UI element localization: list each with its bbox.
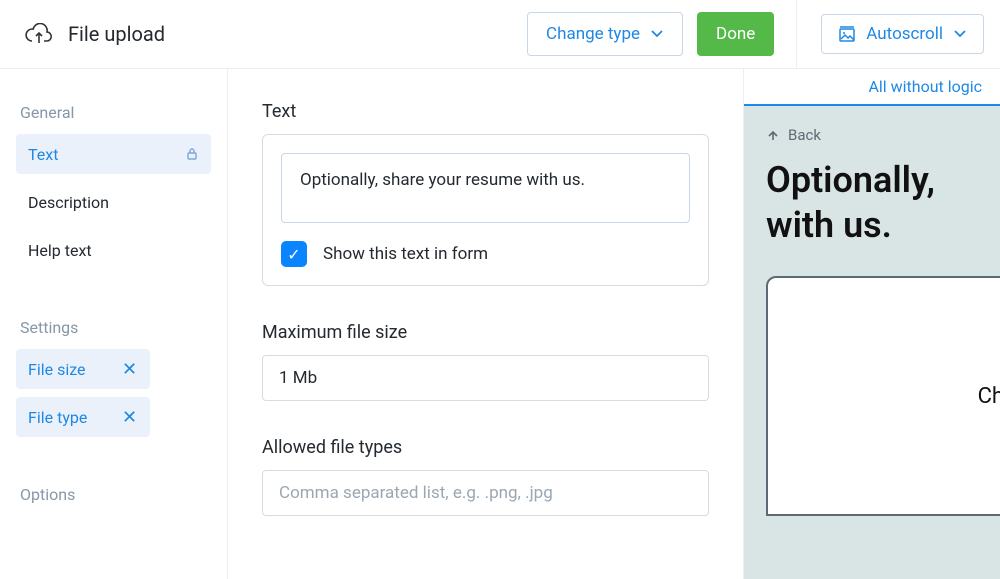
allowed-types-placeholder: Comma separated list, e.g. .png, .jpg — [279, 483, 553, 503]
back-button[interactable]: Back — [766, 126, 1000, 144]
preview-upload-card[interactable]: Ch — [766, 276, 1000, 516]
arrow-up-icon — [766, 128, 780, 142]
back-label: Back — [788, 126, 821, 144]
sidebar-item-label: File type — [28, 408, 114, 427]
sidebar: General Text Description Help text Setti… — [0, 69, 228, 579]
image-icon — [838, 25, 856, 43]
sidebar-item-file-type[interactable]: File type ✕ — [16, 397, 150, 437]
lock-icon — [185, 147, 199, 161]
sidebar-section-options: Options — [20, 485, 211, 504]
change-type-button[interactable]: Change type — [527, 12, 683, 56]
sidebar-section-general: General — [20, 103, 211, 122]
sidebar-item-label: Text — [28, 145, 177, 164]
preview-body: Back Optionally, with us. Ch — [744, 104, 1000, 579]
upload-cloud-icon — [24, 23, 54, 45]
all-without-logic-link[interactable]: All without logic — [868, 77, 982, 96]
preview-panel: All without logic Back Optionally, with … — [743, 69, 1000, 579]
editor-panel: Text Optionally, share your resume with … — [228, 69, 743, 579]
autoscroll-button[interactable]: Autoscroll — [821, 14, 984, 54]
sidebar-item-description[interactable]: Description — [16, 182, 211, 222]
chevron-down-icon — [953, 27, 967, 41]
change-type-label: Change type — [546, 24, 640, 44]
sidebar-item-label: Description — [28, 193, 109, 212]
preview-title: Optionally, with us. — [766, 158, 1000, 248]
sidebar-item-help-text[interactable]: Help text — [16, 230, 211, 270]
close-icon[interactable]: ✕ — [122, 407, 138, 428]
show-in-form-label: Show this text in form — [323, 244, 488, 264]
max-size-value: 1 Mb — [279, 368, 317, 388]
close-icon[interactable]: ✕ — [122, 359, 138, 380]
question-text-value: Optionally, share your resume with us. — [300, 170, 585, 190]
check-icon: ✓ — [287, 245, 300, 264]
done-button[interactable]: Done — [697, 12, 774, 56]
all-without-logic-label: All without logic — [868, 77, 982, 96]
text-section-label: Text — [262, 101, 709, 122]
done-label: Done — [716, 24, 755, 44]
show-in-form-row[interactable]: ✓ Show this text in form — [281, 241, 690, 267]
content-area: General Text Description Help text Setti… — [0, 69, 1000, 579]
sidebar-item-file-size[interactable]: File size ✕ — [16, 349, 150, 389]
sidebar-item-label: Help text — [28, 241, 92, 260]
topbar: File upload Change type Done — [0, 0, 1000, 69]
max-size-input[interactable]: 1 Mb — [262, 355, 709, 401]
allowed-types-label: Allowed file types — [262, 437, 709, 458]
chevron-down-icon — [650, 27, 664, 41]
sidebar-item-text[interactable]: Text — [16, 134, 211, 174]
sidebar-section-settings: Settings — [20, 318, 211, 337]
page-title: File upload — [68, 22, 165, 46]
sidebar-item-label: File size — [28, 360, 114, 379]
question-text-input[interactable]: Optionally, share your resume with us. — [281, 153, 690, 223]
preview-card-text: Ch — [978, 384, 1000, 409]
max-size-label: Maximum file size — [262, 322, 709, 343]
show-in-form-checkbox[interactable]: ✓ — [281, 241, 307, 267]
allowed-types-input[interactable]: Comma separated list, e.g. .png, .jpg — [262, 470, 709, 516]
text-panel: Optionally, share your resume with us. ✓… — [262, 134, 709, 286]
autoscroll-label: Autoscroll — [866, 24, 943, 44]
